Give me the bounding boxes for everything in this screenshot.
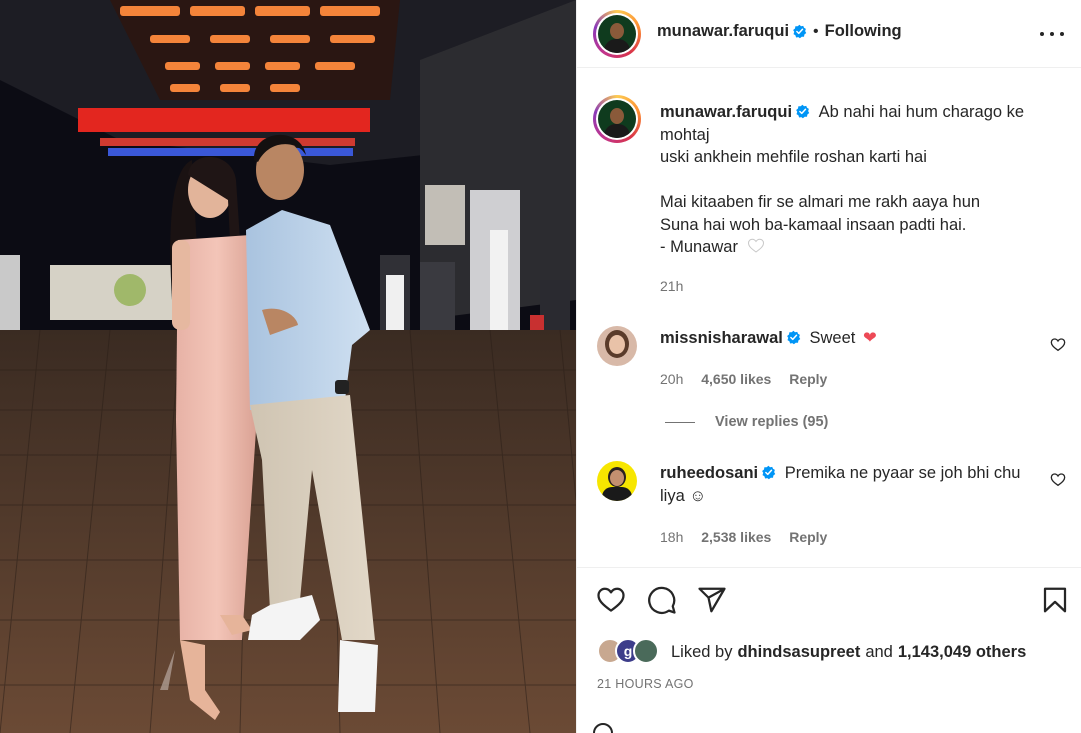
comment-timestamp[interactable]: 18h <box>660 529 683 545</box>
more-horizontal-icon[interactable] <box>1040 22 1064 46</box>
comment-text-block: ruheedosani Premika ne pyaar se joh bhi … <box>660 462 1040 507</box>
comment-text-line: missnisharawal Sweet ❤ <box>660 327 877 350</box>
comment-icon[interactable] <box>647 585 677 615</box>
follow-separator: • <box>813 22 819 40</box>
commenter-avatar[interactable] <box>597 326 637 366</box>
verified-badge-icon <box>796 104 810 119</box>
caption-first-line: munawar.faruqui Ab nahi hai hum charago … <box>660 101 1060 124</box>
view-replies-label: View replies (95) <box>715 414 829 430</box>
caption: munawar.faruqui Ab nahi hai hum charago … <box>660 101 1060 259</box>
comment-text: Sweet <box>809 329 856 347</box>
comment-meta: 20h 4,650 likes Reply <box>660 371 841 387</box>
comment-text: Premika ne pyaar se joh bhi chu <box>784 464 1021 482</box>
commenter-username[interactable]: ruheedosani <box>660 464 758 482</box>
red-heart-emoji-icon: ❤ <box>862 329 877 347</box>
comment-text-continued: liya ☺ <box>660 486 707 505</box>
caption-line: mohtaj <box>660 125 710 144</box>
liked-by-username[interactable]: dhindsasupreet <box>737 643 860 662</box>
liked-by-others-count[interactable]: 1,143,049 others <box>898 643 1026 662</box>
comment-likes-count[interactable]: 4,650 likes <box>701 371 771 387</box>
heart-icon[interactable] <box>596 585 626 615</box>
author-username[interactable]: munawar.faruqui <box>657 22 789 41</box>
caption-line: - Munawar <box>660 238 738 256</box>
liked-by-avatars[interactable]: g <box>597 638 665 666</box>
liked-by-prefix: Liked by <box>671 642 733 661</box>
liked-by-and: and <box>865 642 893 661</box>
author-avatar[interactable] <box>593 10 641 58</box>
comment-meta: 18h 2,538 likes Reply <box>660 529 841 545</box>
caption-username[interactable]: munawar.faruqui <box>660 103 792 121</box>
replies-divider <box>665 421 695 423</box>
commenter-username[interactable]: missnisharawal <box>660 329 783 347</box>
verified-badge-icon <box>793 24 807 39</box>
liker-avatar <box>633 638 659 664</box>
commenter-avatar[interactable] <box>597 461 637 501</box>
verified-badge-icon <box>787 330 801 345</box>
comment-reply-button[interactable]: Reply <box>789 371 827 387</box>
following-button[interactable]: Following <box>825 22 902 41</box>
comment-timestamp[interactable]: 20h <box>660 371 683 387</box>
comment-like-heart-icon[interactable] <box>1050 472 1066 488</box>
author-line: munawar.faruqui • Following <box>657 22 902 41</box>
photo-illustration <box>0 0 576 733</box>
bookmark-icon[interactable] <box>1040 585 1070 615</box>
post-photo[interactable] <box>0 0 576 733</box>
comment-like-heart-icon[interactable] <box>1050 337 1066 353</box>
view-replies-link[interactable]: View replies (95) <box>665 414 828 430</box>
share-icon[interactable] <box>697 585 727 615</box>
post-header: munawar.faruqui • Following <box>577 0 1081 68</box>
comments-list[interactable]: munawar.faruqui Ab nahi hai hum charago … <box>577 69 1081 566</box>
post-actions: g Liked by dhindsasupreet and 1,143,049 … <box>577 567 1081 733</box>
caption-timestamp[interactable]: 21h <box>660 278 683 294</box>
liked-by-row: g Liked by dhindsasupreet and 1,143,049 … <box>597 638 1026 666</box>
post-timestamp[interactable]: 21 HOURS AGO <box>597 677 694 691</box>
comment-likes-count[interactable]: 2,538 likes <box>701 529 771 545</box>
comment-reply-button[interactable]: Reply <box>789 529 827 545</box>
caption-line: Ab nahi hai hum charago ke <box>818 103 1025 121</box>
post-detail-panel: munawar.faruqui • Following munawar.faru… <box>576 0 1081 733</box>
emoji-icon[interactable] <box>593 723 613 733</box>
comment-text-line: ruheedosani Premika ne pyaar se joh bhi … <box>660 462 1040 485</box>
caption-line: Suna hai woh ba-kamaal insaan padti hai. <box>660 215 967 234</box>
caption-line: Mai kitaaben fir se almari me rakh aaya … <box>660 193 981 211</box>
caption-line: uski ankhein mehfile roshan karti hai <box>660 148 927 166</box>
caption-signature-line: - Munawar <box>660 236 1060 259</box>
white-heart-emoji-icon <box>747 238 764 253</box>
verified-badge-icon <box>762 465 776 480</box>
caption-author-avatar[interactable] <box>593 95 641 143</box>
